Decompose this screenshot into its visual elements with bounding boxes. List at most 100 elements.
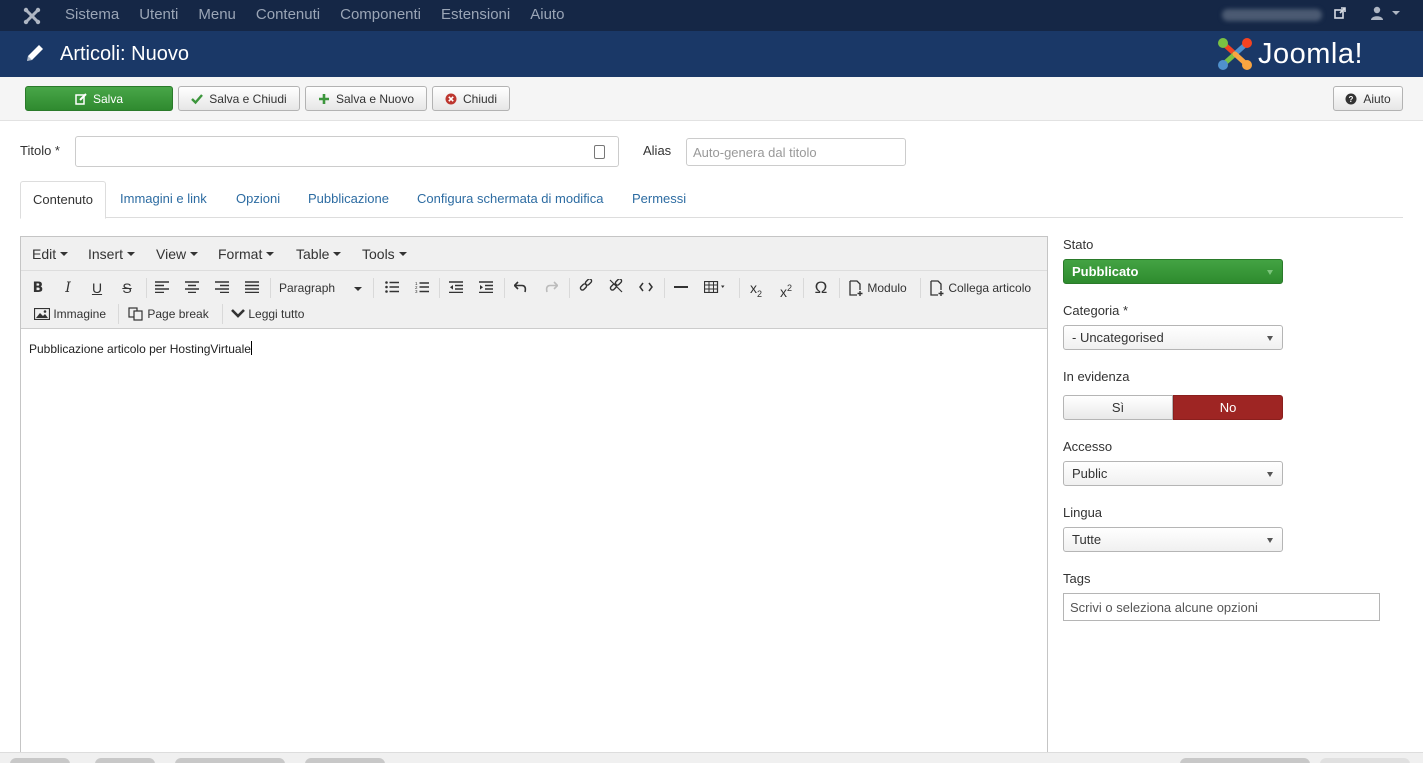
italic-icon[interactable]: I [59, 278, 77, 298]
site-name-blurred[interactable] [1222, 9, 1322, 21]
strikethrough-icon[interactable]: S [118, 278, 136, 298]
top-menu-estensioni[interactable]: Estensioni [431, 0, 520, 31]
editor-menu-edit[interactable]: Edit [32, 246, 69, 262]
alias-input[interactable]: Auto-genera dal titolo [686, 138, 906, 166]
editor-menu-table[interactable]: Table [296, 246, 342, 262]
svg-text:3: 3 [415, 289, 418, 293]
save-button[interactable]: Salva [25, 86, 173, 111]
align-justify-icon[interactable] [243, 278, 261, 298]
save-button-label: Salva [92, 91, 124, 106]
image-icon [33, 307, 51, 321]
tags-input[interactable]: Scrivi o seleziona alcune opzioni [1063, 593, 1380, 621]
category-label: Categoria * [1063, 303, 1129, 318]
editor-menu-insert[interactable]: Insert [88, 246, 136, 262]
featured-no-button[interactable]: No [1173, 395, 1283, 420]
tab-permessi[interactable]: Permessi [620, 181, 698, 218]
help-button-label: Aiuto [1363, 91, 1391, 106]
link-icon[interactable] [577, 278, 595, 298]
check-icon [191, 93, 204, 104]
tab-opzioni[interactable]: Opzioni [224, 181, 292, 218]
top-menu-componenti[interactable]: Componenti [330, 0, 431, 31]
code-icon[interactable] [637, 278, 655, 298]
module-button[interactable]: Modulo [848, 278, 914, 298]
access-label: Accesso [1063, 439, 1113, 454]
status-bar-item[interactable] [1320, 758, 1410, 763]
featured-label: In evidenza [1063, 369, 1130, 384]
chevron-down-icon[interactable] [1392, 11, 1400, 15]
align-left-icon[interactable] [153, 278, 171, 298]
align-right-icon[interactable] [213, 278, 231, 298]
access-select[interactable]: Public [1063, 461, 1283, 486]
save-close-button[interactable]: Salva e Chiudi [178, 86, 300, 111]
status-bar-item[interactable] [95, 758, 155, 763]
page-header: Articoli: Nuovo Joomla! [0, 31, 1423, 77]
tab-pubblicazione[interactable]: Pubblicazione [296, 181, 401, 218]
unlink-icon[interactable] [607, 278, 625, 298]
status-label: Stato [1063, 237, 1094, 252]
indent-icon[interactable] [477, 278, 495, 298]
horizontal-rule-icon[interactable] [672, 278, 690, 298]
bold-icon[interactable]: B [29, 278, 47, 298]
tab-configura[interactable]: Configura schermata di modifica [405, 181, 615, 218]
align-center-icon[interactable] [183, 278, 201, 298]
redo-icon[interactable] [542, 278, 560, 298]
top-menu-aiuto[interactable]: Aiuto [520, 0, 574, 31]
alias-label: Alias [643, 143, 672, 158]
edit-icon [75, 92, 87, 105]
featured-toggle: Sì No [1063, 395, 1283, 420]
numbered-list-icon[interactable]: 123 [413, 278, 431, 298]
page-title: Articoli: Nuovo [60, 43, 189, 65]
add-document-icon [930, 280, 944, 296]
action-toolbar: Salva Salva e Chiudi Salva e Nuovo Chiud… [0, 77, 1423, 121]
special-char-icon[interactable]: Ω [812, 278, 830, 298]
status-bar-item[interactable] [175, 758, 285, 763]
language-select[interactable]: Tutte [1063, 527, 1283, 552]
editor-content-area[interactable]: Pubblicazione articolo per HostingVirtua… [29, 341, 252, 356]
tab-contenuto[interactable]: Contenuto [20, 181, 106, 219]
top-menu-utenti[interactable]: Utenti [129, 0, 188, 31]
save-close-button-label: Salva e Chiudi [209, 91, 287, 106]
status-select[interactable]: Pubblicato [1063, 259, 1283, 284]
contact-card-icon [594, 145, 605, 159]
category-select[interactable]: - Uncategorised [1063, 325, 1283, 350]
featured-yes-button[interactable]: Sì [1063, 395, 1173, 420]
image-button[interactable]: Immagine [33, 304, 114, 324]
title-label: Titolo * [20, 143, 60, 158]
top-menu-menu[interactable]: Menu [188, 0, 246, 31]
page-break-button[interactable]: Page break [128, 304, 218, 324]
outdent-icon[interactable] [447, 278, 465, 298]
external-link-icon[interactable] [1334, 7, 1346, 22]
svg-text:?: ? [1349, 95, 1354, 104]
article-tabs: Contenuto Immagini e link Opzioni Pubbli… [20, 181, 1403, 219]
link-article-button[interactable]: Collega articolo [929, 278, 1041, 298]
title-input[interactable] [75, 136, 619, 167]
joomla-icon[interactable] [22, 6, 42, 26]
page-break-icon [128, 307, 143, 321]
editor-menu-format[interactable]: Format [218, 246, 275, 262]
superscript-icon[interactable]: x2 [777, 278, 795, 302]
editor-toolbar: B I U S Paragraph 123 x2 x2 Ω Modulo Col… [21, 271, 1047, 329]
help-button[interactable]: ? Aiuto [1333, 86, 1403, 111]
save-new-button[interactable]: Salva e Nuovo [305, 86, 427, 111]
top-menu-contenuti[interactable]: Contenuti [246, 0, 330, 31]
top-menu-sistema[interactable]: Sistema [55, 0, 129, 31]
save-new-button-label: Salva e Nuovo [335, 91, 415, 106]
subscript-icon[interactable]: x2 [747, 278, 765, 304]
paragraph-format-select[interactable]: Paragraph [279, 278, 365, 298]
tab-immagini[interactable]: Immagini e link [108, 181, 219, 218]
editor-menu-view[interactable]: View [156, 246, 199, 262]
table-icon[interactable] [702, 278, 732, 298]
status-bar-item [1180, 758, 1310, 763]
user-icon[interactable] [1370, 6, 1384, 23]
bullet-list-icon[interactable] [383, 278, 401, 298]
status-bar-item[interactable] [10, 758, 70, 763]
status-bar [0, 752, 1423, 763]
close-button[interactable]: Chiudi [432, 86, 510, 111]
joomla-brand: Joomla! [1216, 36, 1363, 72]
underline-icon[interactable]: U [88, 278, 106, 298]
undo-icon[interactable] [512, 278, 530, 298]
editor-menu-tools[interactable]: Tools [362, 246, 407, 262]
status-bar-item[interactable] [305, 758, 385, 763]
top-menu: Sistema Utenti Menu Contenuti Componenti… [55, 0, 574, 31]
read-more-button[interactable]: Leggi tutto [231, 304, 321, 324]
